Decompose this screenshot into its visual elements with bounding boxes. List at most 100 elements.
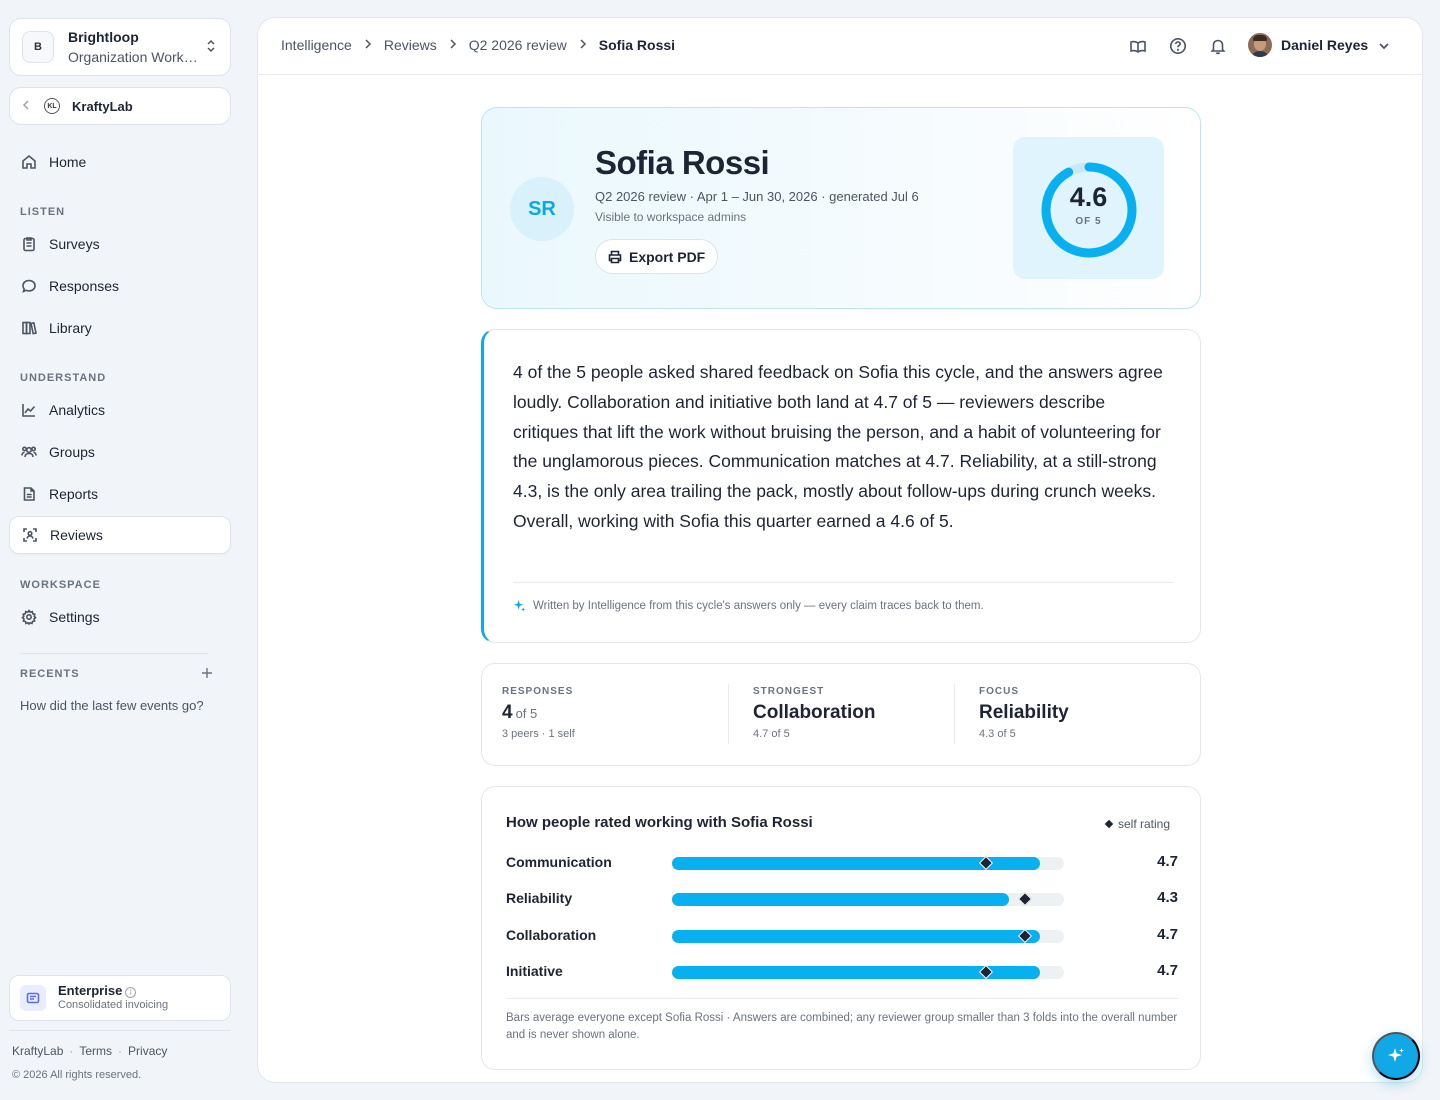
nav-reviews-label: Reviews — [50, 527, 103, 543]
nav-surveys[interactable]: Surveys — [9, 225, 231, 263]
nav-home[interactable]: Home — [9, 143, 231, 181]
stat-value: Reliability — [979, 702, 1069, 723]
breadcrumb-intelligence[interactable]: Intelligence — [281, 37, 352, 53]
nav-library[interactable]: Library — [9, 309, 231, 347]
rating-label: Initiative — [506, 963, 563, 979]
chat-bubble-icon — [21, 278, 37, 294]
rating-track — [672, 964, 1064, 980]
chevron-right-icon — [579, 38, 587, 53]
nav-responses-label: Responses — [49, 278, 120, 294]
stat-label: FOCUS — [979, 686, 1019, 697]
sidebar: B Brightloop Organization Workspace KL K… — [0, 0, 240, 1100]
stat-label: RESPONSES — [502, 686, 574, 697]
gear-icon — [21, 609, 37, 625]
stat-responses: RESPONSES 4 of 5 3 peers · 1 self — [502, 686, 575, 740]
score-scale: OF 5 — [1075, 216, 1102, 227]
ratings-divider — [506, 998, 1178, 999]
stat-focus: FOCUS Reliability 4.3 of 5 — [979, 686, 1069, 740]
stat-divider — [728, 684, 729, 744]
nav-surveys-label: Surveys — [49, 236, 100, 252]
summary-divider — [513, 582, 1173, 583]
nav-reviews[interactable]: Reviews — [9, 516, 231, 554]
footer-links: KraftyLab · Terms · Privacy — [12, 1044, 168, 1058]
rating-row: Collaboration 4.7 — [506, 925, 1178, 945]
footer-brand-link[interactable]: KraftyLab — [12, 1044, 63, 1058]
chevron-right-icon — [449, 38, 457, 53]
nav-settings[interactable]: Settings — [9, 598, 231, 636]
rating-label: Collaboration — [506, 927, 597, 943]
ratings-title: How people rated working with Sofia Ross… — [506, 814, 813, 831]
review-hero: SR Sofia Rossi Q2 2026 review · Apr 1 – … — [481, 107, 1201, 309]
chevron-left-icon[interactable] — [22, 99, 34, 114]
line-chart-icon — [21, 402, 37, 418]
rating-track — [672, 928, 1064, 944]
nav-groups[interactable]: Groups — [9, 433, 231, 471]
review-meta: Q2 2026 review · Apr 1 – Jun 30, 2026 · … — [595, 189, 919, 204]
legend: self rating — [1104, 817, 1171, 831]
nav-responses[interactable]: Responses — [9, 267, 231, 305]
section-understand: UNDERSTAND — [20, 372, 107, 384]
stat-sub: 4.3 of 5 — [979, 728, 1016, 740]
legend-label: self rating — [1118, 817, 1171, 831]
stat-strongest: STRONGEST Collaboration 4.7 of 5 — [753, 686, 875, 740]
stats-strip: RESPONSES 4 of 5 3 peers · 1 self STRONGE… — [481, 663, 1201, 766]
home-icon — [21, 154, 37, 170]
clipboard-icon — [21, 236, 37, 252]
help-icon[interactable] — [1168, 36, 1188, 56]
nav-reports-label: Reports — [49, 486, 99, 502]
ratings-card: How people rated working with Sofia Ross… — [481, 786, 1201, 1070]
rating-value: 4.7 — [1157, 962, 1178, 979]
footer-terms-link[interactable]: Terms — [79, 1044, 112, 1058]
stat-value: Collaboration — [753, 702, 876, 723]
info-icon[interactable]: i — [125, 987, 137, 998]
chevron-up-down-icon — [204, 38, 218, 56]
org-name: Brightloop — [68, 28, 139, 45]
ai-summary-card: 4 of the 5 people asked shared feedback … — [481, 329, 1201, 643]
export-pdf-button[interactable]: Export PDF — [595, 239, 719, 274]
nav-home-label: Home — [49, 154, 87, 170]
stat-divider — [954, 684, 955, 744]
nav-reports[interactable]: Reports — [9, 475, 231, 513]
books-icon — [21, 320, 37, 336]
breadcrumb: Intelligence Reviews Q2 2026 review Sofi… — [281, 37, 675, 53]
sparkle-icon — [1388, 1048, 1404, 1062]
diamond-icon — [1104, 819, 1114, 829]
copyright: © 2026 All rights reserved. — [12, 1069, 142, 1081]
breadcrumb-reviews[interactable]: Reviews — [384, 37, 437, 53]
avatar — [1248, 33, 1272, 57]
team-switcher[interactable]: KL KraftyLab — [9, 87, 231, 125]
section-recents: RECENTS — [20, 668, 80, 680]
sparkle-icon — [513, 599, 526, 612]
stat-label: STRONGEST — [753, 686, 825, 697]
nav-groups-label: Groups — [49, 444, 95, 460]
announcements-icon[interactable] — [1128, 36, 1148, 56]
plan-card[interactable]: Enterprise i Consolidated invoicing — [9, 975, 231, 1021]
ratings-note: Bars average everyone except Sofia Rossi… — [506, 1012, 1178, 1041]
bell-icon[interactable] — [1208, 36, 1228, 56]
rating-value: 4.7 — [1157, 926, 1178, 943]
user-name: Daniel Reyes — [1281, 37, 1369, 53]
org-subtitle: Organization Workspace — [68, 48, 204, 65]
ai-assistant-button[interactable] — [1372, 1032, 1420, 1080]
nav-library-label: Library — [49, 320, 92, 336]
rating-bar — [672, 930, 1041, 943]
rating-label: Communication — [506, 854, 612, 870]
users-icon — [21, 444, 37, 460]
rating-value: 4.3 — [1157, 889, 1178, 906]
breadcrumb-cycle[interactable]: Q2 2026 review — [469, 37, 567, 53]
stat-of: of 5 — [515, 706, 538, 721]
footer-divider — [9, 1030, 231, 1031]
add-recent-icon[interactable] — [201, 666, 213, 684]
rating-track — [672, 855, 1064, 871]
stat-sub: 3 peers · 1 self — [502, 728, 575, 740]
rating-row: Initiative 4.7 — [506, 961, 1178, 981]
nav-analytics[interactable]: Analytics — [9, 391, 231, 429]
rating-bar — [672, 893, 1010, 906]
nav-analytics-label: Analytics — [49, 402, 106, 418]
org-switcher[interactable]: B Brightloop Organization Workspace — [9, 18, 231, 76]
topbar: Intelligence Reviews Q2 2026 review Sofi… — [258, 18, 1422, 75]
footer-privacy-link[interactable]: Privacy — [128, 1044, 167, 1058]
printer-icon — [608, 250, 622, 263]
user-menu[interactable]: Daniel Reyes — [1248, 33, 1390, 57]
recent-item[interactable]: How did the last few events go? — [20, 698, 210, 713]
